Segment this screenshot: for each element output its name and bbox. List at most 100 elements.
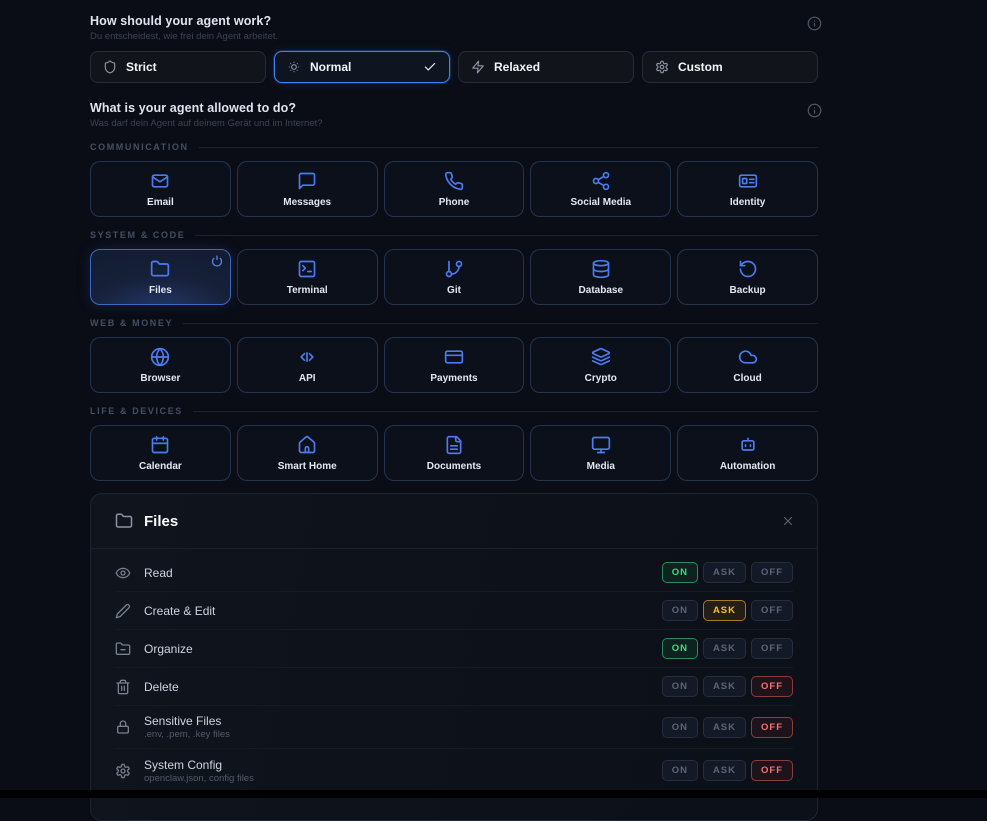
permission-label: System Config xyxy=(144,758,254,772)
lock-icon xyxy=(115,719,131,735)
file-text-icon xyxy=(444,435,464,455)
tile-documents[interactable]: Documents xyxy=(384,425,525,481)
toggle-on-button[interactable]: ON xyxy=(662,760,698,781)
tile-cloud[interactable]: Cloud xyxy=(677,337,818,393)
trash-icon xyxy=(115,679,131,695)
tile-media[interactable]: Media xyxy=(530,425,671,481)
toggle-ask-button[interactable]: ASK xyxy=(703,562,746,583)
tile-label: Cloud xyxy=(733,373,761,384)
bot-icon xyxy=(738,435,758,455)
home-icon xyxy=(297,435,317,455)
category-divider xyxy=(195,235,818,236)
tile-label: Database xyxy=(579,285,623,296)
toggle-off-button[interactable]: OFF xyxy=(751,676,793,697)
check-icon xyxy=(423,60,437,74)
toggle-ask-button[interactable]: ASK xyxy=(703,638,746,659)
tile-label: Git xyxy=(447,285,461,296)
toggle-on-button[interactable]: ON xyxy=(662,717,698,738)
git-branch-icon xyxy=(444,259,464,279)
category-section: COMMUNICATION Email Messages Phone Social Me… xyxy=(90,141,818,217)
tile-files[interactable]: Files xyxy=(90,249,231,305)
category-label: COMMUNICATION xyxy=(90,142,189,152)
folder-icon xyxy=(115,512,133,530)
tile-identity[interactable]: Identity xyxy=(677,161,818,217)
permission-label: Create & Edit xyxy=(144,604,215,618)
toggle-off-button[interactable]: OFF xyxy=(751,717,793,738)
tile-social-media[interactable]: Social Media xyxy=(530,161,671,217)
tile-browser[interactable]: Browser xyxy=(90,337,231,393)
toggle-on-button[interactable]: ON xyxy=(662,676,698,697)
mode-button-custom[interactable]: Custom xyxy=(642,51,818,83)
folder-icon xyxy=(150,259,170,279)
permission-rows: ReadONASKOFFCreate & EditONASKOFFOrganiz… xyxy=(91,549,817,792)
calendar-icon xyxy=(150,435,170,455)
tile-label: Automation xyxy=(720,461,776,472)
files-detail-panel: Files ReadONASKOFFCreate & EditONASKOFFO… xyxy=(90,493,818,821)
toggle-ask-button[interactable]: ASK xyxy=(703,600,746,621)
toggle-group: ONASKOFF xyxy=(662,717,793,738)
tile-database[interactable]: Database xyxy=(530,249,671,305)
tile-email[interactable]: Email xyxy=(90,161,231,217)
tile-label: Terminal xyxy=(287,285,328,296)
toggle-group: ONASKOFF xyxy=(662,638,793,659)
close-icon[interactable] xyxy=(781,514,795,528)
category-section: LIFE & DEVICESCalendarSmart HomeDocument… xyxy=(90,405,818,481)
info-icon[interactable] xyxy=(807,16,822,31)
tile-label: Email xyxy=(147,197,174,208)
toggle-ask-button[interactable]: ASK xyxy=(703,717,746,738)
mode-button-relaxed[interactable]: Relaxed xyxy=(458,51,634,83)
gear-icon xyxy=(115,763,131,779)
tile-git[interactable]: Git xyxy=(384,249,525,305)
tile-label: Identity xyxy=(730,197,766,208)
agent-permissions-page: How should your agent work? Du entscheid… xyxy=(90,0,818,821)
id-card-icon xyxy=(738,171,758,191)
work-mode-title: How should your agent work? xyxy=(90,14,818,28)
mode-label: Custom xyxy=(678,60,723,74)
category-label: WEB & MONEY xyxy=(90,318,173,328)
permission-text: Create & Edit xyxy=(144,604,215,618)
toggle-on-button[interactable]: ON xyxy=(662,638,698,659)
toggle-group: ONASKOFF xyxy=(662,676,793,697)
toggle-on-button[interactable]: ON xyxy=(662,600,698,621)
mode-button-strict[interactable]: Strict xyxy=(90,51,266,83)
tile-crypto[interactable]: Crypto xyxy=(530,337,671,393)
database-icon xyxy=(591,259,611,279)
tile-phone[interactable]: Phone xyxy=(384,161,525,217)
permission-label: Organize xyxy=(144,642,193,656)
tile-label: Backup xyxy=(730,285,766,296)
toggle-ask-button[interactable]: ASK xyxy=(703,676,746,697)
tile-terminal[interactable]: Terminal xyxy=(237,249,378,305)
permission-label: Read xyxy=(144,566,173,580)
tile-backup[interactable]: Backup xyxy=(677,249,818,305)
toggle-off-button[interactable]: OFF xyxy=(751,562,793,583)
phone-icon xyxy=(444,171,464,191)
info-icon[interactable] xyxy=(807,103,822,118)
toggle-off-button[interactable]: OFF xyxy=(751,760,793,781)
permission-row-read: Read ONASKOFF xyxy=(115,554,793,592)
tile-messages[interactable]: Messages xyxy=(237,161,378,217)
category-section: WEB & MONEY Browser APIPaymentsCrypto Cloud xyxy=(90,317,818,393)
tile-api[interactable]: API xyxy=(237,337,378,393)
toggle-on-button[interactable]: ON xyxy=(662,562,698,583)
tile-label: Calendar xyxy=(139,461,182,472)
toggle-ask-button[interactable]: ASK xyxy=(703,760,746,781)
mode-label: Strict xyxy=(126,60,157,74)
category-label: SYSTEM & CODE xyxy=(90,230,185,240)
mode-selector: Strict NormalRelaxed Custom xyxy=(90,51,818,83)
tile-calendar[interactable]: Calendar xyxy=(90,425,231,481)
pencil-icon xyxy=(115,603,131,619)
tile-payments[interactable]: Payments xyxy=(384,337,525,393)
folder-minus-icon xyxy=(115,641,131,657)
tile-smart-home[interactable]: Smart Home xyxy=(237,425,378,481)
mode-button-normal[interactable]: Normal xyxy=(274,51,450,83)
tile-label: Browser xyxy=(140,373,180,384)
category-divider xyxy=(199,147,818,148)
allowed-title: What is your agent allowed to do? xyxy=(90,101,818,115)
shield-icon xyxy=(103,60,117,74)
toggle-off-button[interactable]: OFF xyxy=(751,600,793,621)
tile-automation[interactable]: Automation xyxy=(677,425,818,481)
permission-label: Delete xyxy=(144,680,179,694)
eye-icon xyxy=(115,565,131,581)
toggle-off-button[interactable]: OFF xyxy=(751,638,793,659)
tile-label: Phone xyxy=(439,197,470,208)
